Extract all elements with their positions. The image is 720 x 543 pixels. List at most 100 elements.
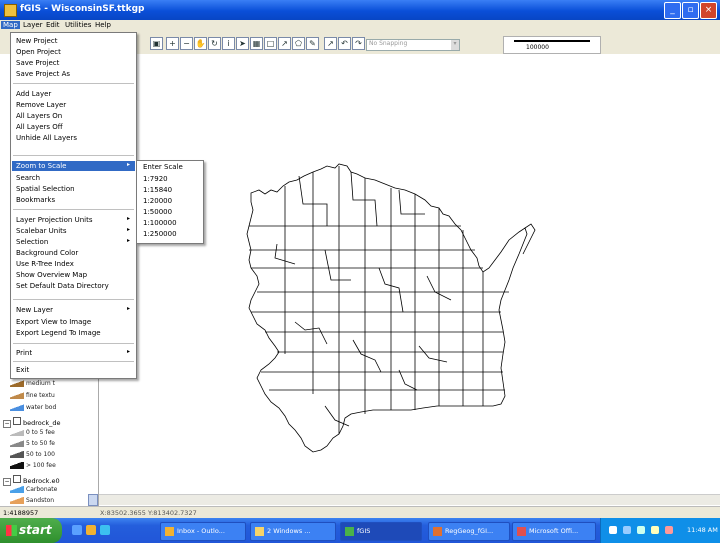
start-button[interactable]: start (0, 518, 62, 543)
desktop-icon[interactable] (100, 525, 110, 535)
legend-swatch (10, 380, 24, 387)
scalebar-line (514, 40, 590, 42)
task-outlook[interactable]: Inbox - Outlo... (160, 522, 246, 541)
menu-layer[interactable]: Layer (21, 21, 45, 29)
task-fgis[interactable]: fGIS (340, 522, 422, 541)
submenu-item-scale[interactable]: 1:50000 (143, 208, 172, 216)
menu-map[interactable]: Map (1, 21, 20, 29)
ie-icon[interactable] (72, 525, 82, 535)
menu-item-remove-layer[interactable]: Remove Layer (12, 100, 135, 110)
submenu-arrow-icon: ▸ (126, 305, 130, 312)
map-canvas[interactable] (99, 54, 720, 494)
menu-item-save-project-as[interactable]: Save Project As (12, 69, 135, 79)
menu-item-all-layers-on[interactable]: All Layers On (12, 111, 135, 121)
legend-swatch (10, 497, 24, 504)
windows-logo-icon (6, 525, 17, 536)
submenu-item-scale[interactable]: 1:250000 (143, 230, 177, 238)
menu-item-set-default-data-directory[interactable]: Set Default Data Directory (12, 281, 135, 291)
submenu-item-scale[interactable]: 1:15840 (143, 186, 172, 194)
legend-item: Carbonate (10, 486, 57, 496)
tray-icon[interactable] (623, 526, 631, 534)
menu-utilities[interactable]: Utilities (63, 21, 93, 29)
menu-item-bookmarks[interactable]: Bookmarks (12, 195, 135, 205)
info-icon[interactable]: i (222, 37, 235, 50)
collapse-icon[interactable]: − (3, 420, 11, 428)
menu-item-search[interactable]: Search (12, 173, 135, 183)
menu-item-print[interactable]: Print ▸ (12, 348, 135, 358)
menu-separator (13, 209, 134, 210)
legend-swatch (10, 440, 24, 447)
menu-item-selection[interactable]: Selection ▸ (12, 237, 135, 247)
menu-item-export-view-to-image[interactable]: Export View to Image (12, 317, 135, 327)
menu-item-zoom-to-scale[interactable]: Zoom to Scale ▸ (12, 161, 135, 171)
task-microsoft-office[interactable]: Microsoft Offi... (512, 522, 596, 541)
menu-item-show-overview-map[interactable]: Show Overview Map (12, 270, 135, 280)
layer-checkbox[interactable] (13, 475, 21, 483)
menu-item-all-layers-off[interactable]: All Layers Off (12, 122, 135, 132)
menu-item-layer-projection-units[interactable]: Layer Projection Units ▸ (12, 215, 135, 225)
edit-tool-icon[interactable]: ↗ (324, 37, 337, 50)
title-bar: fGIS - WisconsinSF.ttkgp _ ▫ × (0, 0, 720, 20)
layer-checkbox[interactable] (13, 417, 21, 425)
fgis-icon (345, 526, 354, 536)
redo-icon[interactable]: ↷ (352, 37, 365, 50)
submenu-item-scale[interactable]: 1:100000 (143, 219, 177, 227)
pan-icon[interactable]: ✋ (194, 37, 207, 50)
select-box-icon[interactable]: □ (264, 37, 277, 50)
menu-item-add-layer[interactable]: Add Layer (12, 89, 135, 99)
scroll-down-icon[interactable] (88, 494, 98, 506)
menu-item-spatial-selection[interactable]: Spatial Selection (12, 184, 135, 194)
legend-swatch (10, 392, 24, 399)
submenu-item-scale[interactable]: 1:7920 (143, 175, 168, 183)
zoom-in-icon[interactable]: + (166, 37, 179, 50)
polygon-icon[interactable]: ⬠ (292, 37, 305, 50)
tray-icon[interactable] (609, 526, 617, 534)
layer-group-bedrock-depth[interactable]: − bedrock_de (3, 417, 60, 428)
menu-item-background-color[interactable]: Background Color (12, 248, 135, 258)
menu-item-open-project[interactable]: Open Project (12, 47, 135, 57)
submenu-arrow-icon: ▸ (126, 237, 130, 244)
submenu-item-enter-scale[interactable]: Enter Scale (143, 163, 183, 171)
menu-item-export-legend-to-image[interactable]: Export Legend To Image (12, 328, 135, 338)
refresh-icon[interactable]: ↻ (208, 37, 221, 50)
menu-help[interactable]: Help (93, 21, 113, 29)
menu-item-unhide-all-layers[interactable]: Unhide All Layers (12, 133, 135, 143)
scalebar: 100000 (503, 36, 601, 54)
tray-icon[interactable] (637, 526, 645, 534)
mail-icon (165, 526, 174, 536)
legend-swatch (10, 451, 24, 458)
legend-swatch (10, 486, 24, 493)
menu-item-save-project[interactable]: Save Project (12, 58, 135, 68)
zoom-full-icon[interactable]: ▣ (150, 37, 163, 50)
menu-item-exit[interactable]: Exit (12, 365, 135, 375)
zoom-out-icon[interactable]: − (180, 37, 193, 50)
maximize-button[interactable]: ▫ (682, 2, 699, 19)
task-reggeog[interactable]: RegGeog_fGI... (428, 522, 510, 541)
close-button[interactable]: × (700, 2, 717, 19)
snapping-select[interactable]: No Snapping ▾ (366, 39, 460, 51)
chevron-down-icon[interactable]: ▾ (451, 40, 459, 50)
tray-icon[interactable] (665, 526, 673, 534)
legend-item: medium t (10, 380, 55, 390)
menu-edit[interactable]: Edit (44, 21, 62, 29)
measure-icon[interactable]: ↗ (278, 37, 291, 50)
layer-group-bedrock[interactable]: − Bedrock.e0 (3, 475, 60, 486)
tray-icon[interactable] (651, 526, 659, 534)
minimize-button[interactable]: _ (664, 2, 681, 19)
menu-separator (13, 299, 134, 300)
collapse-icon[interactable]: − (3, 478, 11, 486)
horizontal-scrollbar[interactable] (99, 494, 720, 505)
attribute-table-icon[interactable]: ▦ (250, 37, 263, 50)
edit-pencil-icon[interactable]: ✎ (306, 37, 319, 50)
office-icon (517, 526, 526, 536)
menu-item-new-project[interactable]: New Project (12, 36, 135, 46)
menu-item-use-rtree-index[interactable]: Use R-Tree Index (12, 259, 135, 269)
legend-swatch (10, 462, 24, 469)
menu-item-new-layer[interactable]: New Layer ▸ (12, 305, 135, 315)
task-windows[interactable]: 2 Windows ... (250, 522, 336, 541)
submenu-item-scale[interactable]: 1:20000 (143, 197, 172, 205)
select-arrow-icon[interactable]: ➤ (236, 37, 249, 50)
undo-icon[interactable]: ↶ (338, 37, 351, 50)
outlook-icon[interactable] (86, 525, 96, 535)
menu-item-scalebar-units[interactable]: Scalebar Units ▸ (12, 226, 135, 236)
